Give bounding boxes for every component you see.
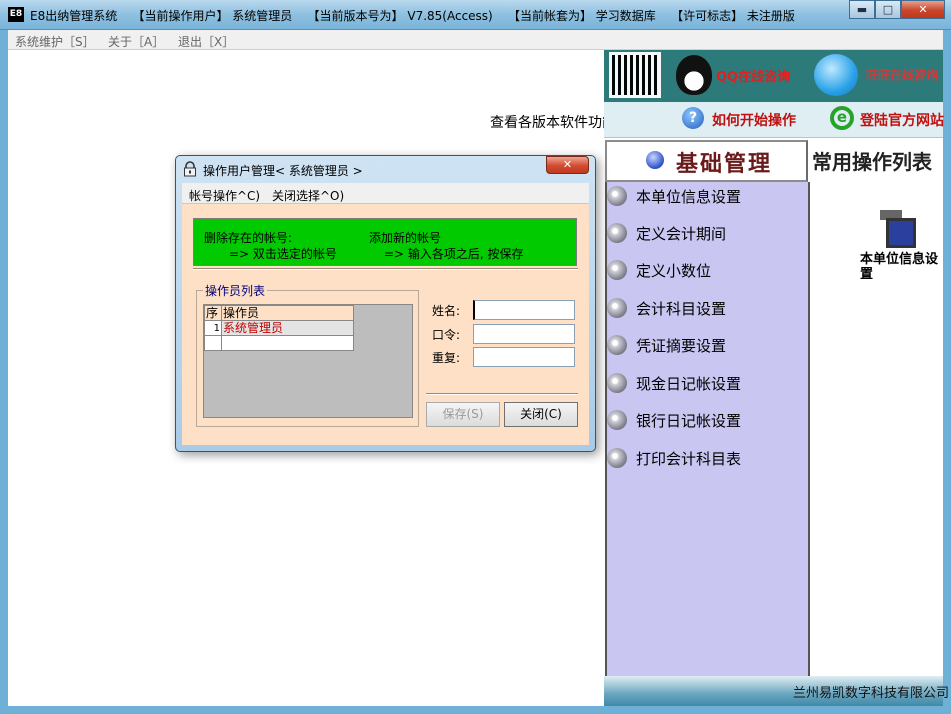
question-icon[interactable]: ? [682,107,704,129]
nav-item-label: 本单位信息设置 [636,187,742,206]
bullet-ball-icon [607,223,627,243]
bullet-ball-icon [607,335,627,355]
dialog-close-button[interactable]: ✕ [546,156,589,174]
qq-icon[interactable] [676,55,712,95]
column-header-index: 序 [204,305,222,321]
add-title: 添加新的帐号 [369,231,442,245]
menu-system-maintenance[interactable]: 系统维护［S］ [15,33,95,50]
nav-item-print-subjects[interactable]: 打印会计科目表 [607,444,741,472]
bullet-ball-icon [607,298,627,318]
qr-code-icon [609,52,661,98]
qq-consult-link[interactable]: QQ在线咨询 [716,66,790,85]
instructions-panel: 删除存在的帐号: => 双击选定的帐号 添加新的帐号 => 输入各项之后, 按保… [193,218,577,266]
name-input[interactable] [473,300,575,320]
title-bar: E8 E8出纳管理系统 【当前操作用户】 系统管理员 【当前版本号为】 V7.8… [0,0,951,30]
maximize-button[interactable]: □ [875,0,901,19]
nav-item-label: 银行日记帐设置 [636,411,742,430]
repeat-password-input[interactable] [473,347,575,367]
nav-item-decimal-places[interactable]: 定义小数位 [607,256,711,284]
nav-item-cash-journal[interactable]: 现金日记帐设置 [607,369,741,397]
common-ops-title: 常用操作列表 [812,150,932,174]
window-title: E8出纳管理系统 【当前操作用户】 系统管理员 【当前版本号为】 V7.85(A… [30,9,795,23]
app-icon: E8 [8,7,24,22]
nav-item-voucher-summary[interactable]: 凭证摘要设置 [607,331,726,359]
close-button[interactable]: ✕ [901,0,945,19]
wangwang-icon[interactable] [814,54,858,96]
table-cell [204,335,222,351]
nav-item-accounting-period[interactable]: 定义会计期间 [607,219,726,247]
table-header-row: 序 操作员 [204,305,354,321]
add-hint: => 输入各项之后, 按保存 [384,247,524,261]
menu-account-ops[interactable]: 帐号操作^C) [189,187,260,204]
bullet-ball-icon [607,260,627,280]
menu-bar: 系统维护［S］ 关于［A］ 退出［X］ [8,30,943,50]
table-row[interactable]: 1 系统管理员 [204,320,354,336]
table-row[interactable] [204,335,354,351]
delete-title: 删除存在的帐号: [204,231,293,245]
operator-list-title: 操作员列表 [203,282,268,299]
menu-about[interactable]: 关于［A］ [108,33,164,50]
menu-exit[interactable]: 退出［X］ [178,33,234,50]
nav-item-unit-info[interactable]: 本单位信息设置 [607,182,741,210]
bullet-ball-icon [607,448,627,468]
operator-table[interactable]: 序 操作员 1 系统管理员 [204,305,354,351]
wangwang-consult-link[interactable]: 旺旺在线咨询 [866,66,938,83]
password-label: 口令: [432,328,461,342]
minimize-button[interactable]: ▬ [849,0,875,19]
nav-item-label: 定义会计期间 [636,224,727,243]
divider [193,268,578,270]
divider [426,393,578,395]
column-header-operator: 操作员 [221,305,354,321]
name-label: 姓名: [432,304,461,318]
dialog-title: 操作用户管理< 系统管理员 > [203,164,363,178]
password-input[interactable] [473,324,575,344]
official-site-link[interactable]: 登陆官方网站 [860,110,944,130]
table-cell[interactable]: 系统管理员 [221,320,354,336]
nav-item-label: 现金日记帐设置 [636,374,742,393]
bullet-ball-icon [607,410,627,430]
ie-icon[interactable]: e [830,106,854,130]
unit-info-shortcut-label[interactable]: 本单位信息设置 [860,252,950,282]
basic-management-title: 基础管理 [676,151,773,177]
delete-hint: => 双击选定的帐号 [229,247,337,261]
how-to-start-link[interactable]: 如何开始操作 [712,110,796,130]
table-cell: 1 [204,320,222,336]
blue-dot-icon [646,151,664,169]
dialog-close-action-button[interactable]: 关闭(C) [504,402,578,427]
nav-item-label: 会计科目设置 [636,299,727,318]
nav-item-label: 凭证摘要设置 [636,336,727,355]
repeat-password-label: 重复: [432,351,461,365]
menu-close-select[interactable]: 关闭选择^O) [272,187,344,204]
bullet-ball-icon [607,373,627,393]
bullet-ball-icon [607,186,627,206]
dialog-menu-bar: 帐号操作^C) 关闭选择^O) [182,183,589,204]
table-cell[interactable] [221,335,354,351]
nav-item-label: 定义小数位 [636,261,712,280]
company-name: 兰州易凯数字科技有限公司 [793,686,950,701]
lock-icon [184,161,196,177]
nav-item-bank-journal[interactable]: 银行日记帐设置 [607,406,741,434]
nav-item-account-subjects[interactable]: 会计科目设置 [607,294,726,322]
unit-info-icon[interactable] [880,210,920,254]
nav-item-label: 打印会计科目表 [636,449,742,468]
save-button[interactable]: 保存(S) [426,402,500,427]
